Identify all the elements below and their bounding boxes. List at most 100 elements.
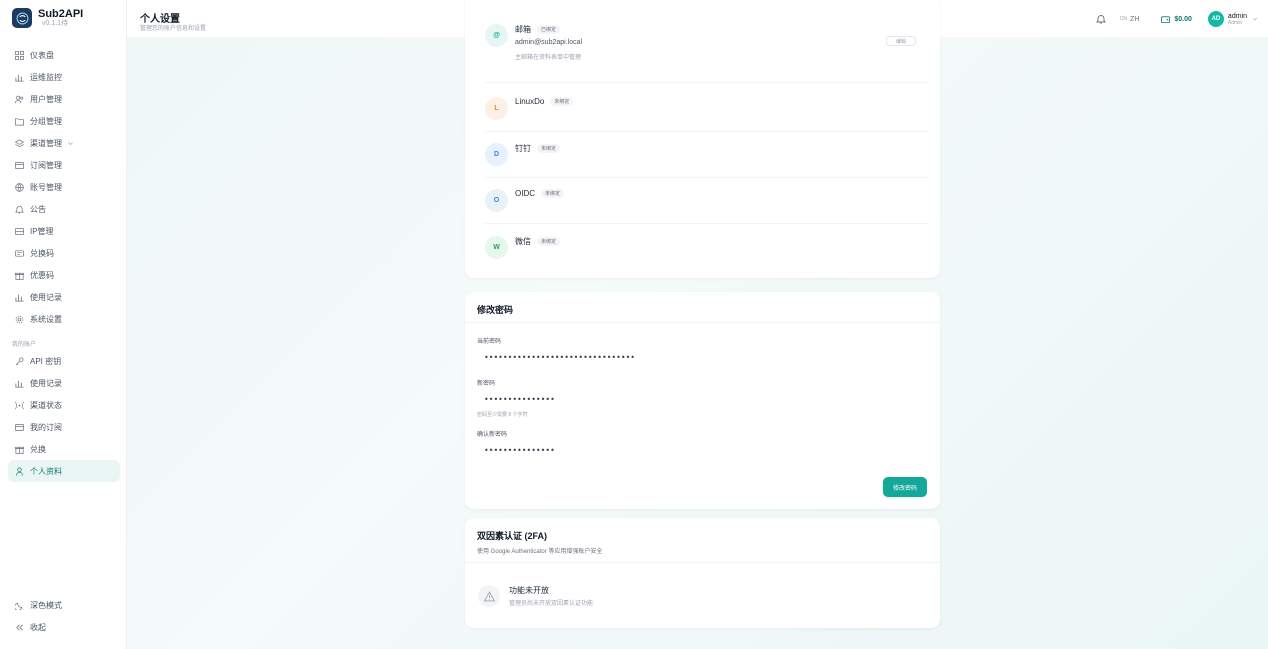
sidebar-item-label: 兑换 <box>30 444 46 454</box>
sidebar-item-accounts[interactable]: 账号管理 <box>8 176 120 198</box>
sidebar-item-label: 使用记录 <box>30 292 62 302</box>
sidebar-item-label: 优惠码 <box>30 270 54 280</box>
two-factor-card: 双因素认证 (2FA) 使用 Google Authenticator 等应用增… <box>465 518 940 628</box>
account-title: OIDC <box>515 189 535 198</box>
sidebar-item-subscriptions[interactable]: 订阅管理 <box>8 154 120 176</box>
sidebar-item-dashboard[interactable]: 仪表盘 <box>8 44 120 66</box>
brand[interactable]: Sub2API v0.1.1待 <box>12 8 83 28</box>
logo-icon <box>12 8 32 28</box>
sidebar-item-redeem-codes[interactable]: 兑换码 <box>8 242 120 264</box>
sidebar-section-label: 我的账户 <box>12 341 37 348</box>
card-icon <box>15 161 24 169</box>
sidebar-item-ip[interactable]: IP管理 <box>8 220 120 242</box>
linked-accounts-card: @ 邮箱 已绑定 admin@sub2api.local 主邮箱在资料表单中管理… <box>465 0 940 278</box>
sidebar-item-announcements[interactable]: 公告 <box>8 198 120 220</box>
status-badge: 未绑定 <box>541 189 565 198</box>
brand-version: v0.1.1待 <box>42 20 69 28</box>
edit-email-button[interactable]: 编辑 <box>886 36 916 46</box>
moon-icon <box>15 602 23 610</box>
account-title: LinuxDo <box>515 97 545 106</box>
sidebar-item-usage-records[interactable]: 使用记录 <box>8 286 120 308</box>
section-title: 修改密码 <box>477 305 514 315</box>
layers-icon <box>15 138 24 147</box>
gift-icon <box>15 446 24 454</box>
change-password-card: 修改密码 当前密码 新密码 密码至少需要 8 个字符 确认新密码 修改密码 <box>465 292 940 509</box>
sidebar-item-label: 收起 <box>30 622 46 632</box>
bell-icon <box>15 205 24 213</box>
sidebar-item-label: API 密钥 <box>30 356 62 366</box>
confirm-password-input[interactable] <box>477 441 928 459</box>
twofa-status-desc: 管理员尚未开放双因素认证功能 <box>509 601 594 607</box>
notification-bell-icon[interactable] <box>1095 14 1106 24</box>
folder-icon <box>15 117 24 125</box>
flag-icon: CN <box>1119 16 1128 22</box>
collapse-icon <box>16 624 23 630</box>
sidebar-item-promo-codes[interactable]: 优惠码 <box>8 264 120 286</box>
sidebar-item-users[interactable]: 用户管理 <box>8 88 120 110</box>
person-icon <box>15 467 24 476</box>
grid-icon <box>15 50 24 60</box>
dingtalk-icon: D <box>485 143 508 166</box>
ticket-icon <box>15 249 24 257</box>
sidebar-item-groups[interactable]: 分组管理 <box>8 110 120 132</box>
section-subtitle: 使用 Google Authenticator 等应用增强账户安全 <box>477 549 603 555</box>
sidebar-bottom: 深色模式 收起 <box>8 594 120 638</box>
wallet-icon <box>1161 15 1171 23</box>
sidebar-item-api-keys[interactable]: API 密钥 <box>8 350 120 372</box>
chevron-down-icon <box>68 141 73 145</box>
balance-display[interactable]: $0.00 <box>1161 15 1192 24</box>
change-password-button[interactable]: 修改密码 <box>883 477 927 497</box>
account-wechat[interactable]: W 微信 未绑定 <box>485 236 561 259</box>
divider <box>485 131 928 132</box>
sidebar-item-label: 兑换码 <box>30 248 54 258</box>
account-title: 钉钉 <box>515 144 531 153</box>
page-subtitle: 管理您的账户信息和设置 <box>140 26 207 32</box>
sidebar-item-profile[interactable]: 个人资料 <box>8 460 120 482</box>
account-linuxdo[interactable]: L LinuxDo 未绑定 <box>485 97 574 120</box>
sidebar-item-channel-status[interactable]: 渠道状态 <box>8 394 120 416</box>
new-password-help: 密码至少需要 8 个字符 <box>477 412 528 418</box>
status-badge: 未绑定 <box>537 144 561 153</box>
user-role: Admin <box>1227 19 1243 26</box>
sidebar-item-label: 仪表盘 <box>30 50 54 60</box>
email-value: admin@sub2api.local <box>515 39 583 46</box>
sidebar-item-label: 深色模式 <box>30 600 62 610</box>
divider <box>465 562 940 563</box>
twofa-status: 功能未开放 管理员尚未开放双因素认证功能 <box>478 585 593 607</box>
sidebar: Sub2API v0.1.1待 仪表盘 运维监控 用户管理 分组管理 渠道管理 … <box>0 0 127 649</box>
sidebar-item-label: 公告 <box>30 204 46 214</box>
new-password-input[interactable] <box>477 390 928 408</box>
sidebar-item-label: 运维监控 <box>30 72 62 82</box>
account-title: 微信 <box>515 237 531 246</box>
account-oidc[interactable]: O OIDC 未绑定 <box>485 189 565 212</box>
chevron-down-icon[interactable] <box>1252 16 1258 22</box>
language-switcher[interactable]: CN ZH <box>1120 16 1140 23</box>
language-label: ZH <box>1130 15 1140 23</box>
account-dingtalk[interactable]: D 钉钉 未绑定 <box>485 143 561 166</box>
sidebar-item-ops-monitor[interactable]: 运维监控 <box>8 66 120 88</box>
twofa-status-title: 功能未开放 <box>509 586 549 595</box>
collapse-sidebar-button[interactable]: 收起 <box>8 616 120 638</box>
sidebar-item-my-subscriptions[interactable]: 我的订阅 <box>8 416 120 438</box>
sidebar-item-my-usage[interactable]: 使用记录 <box>8 372 120 394</box>
account-title: 邮箱 <box>515 25 531 34</box>
sidebar-item-label: 个人资料 <box>30 466 62 476</box>
balance-value: $0.00 <box>1174 15 1192 23</box>
sidebar-item-redeem[interactable]: 兑换 <box>8 438 120 460</box>
divider <box>485 223 928 224</box>
key-icon <box>15 357 24 365</box>
sidebar-nav: 仪表盘 运维监控 用户管理 分组管理 渠道管理 订阅管理 账号管理 公告 IP管… <box>8 44 120 482</box>
signal-icon <box>15 401 24 409</box>
globe-icon <box>15 182 24 192</box>
avatar[interactable]: AD <box>1207 11 1224 27</box>
sidebar-item-system-settings[interactable]: 系统设置 <box>8 308 120 330</box>
sidebar-item-label: 我的订阅 <box>30 422 62 432</box>
sidebar-item-channels[interactable]: 渠道管理 <box>8 132 120 154</box>
user-menu[interactable]: admin Admin <box>1228 13 1247 26</box>
gear-icon <box>15 315 24 323</box>
oidc-icon: O <box>485 189 508 212</box>
sidebar-item-label: 分组管理 <box>30 116 62 126</box>
current-password-input[interactable] <box>477 348 928 366</box>
new-password-label: 新密码 <box>477 381 496 387</box>
dark-mode-toggle[interactable]: 深色模式 <box>8 594 120 616</box>
